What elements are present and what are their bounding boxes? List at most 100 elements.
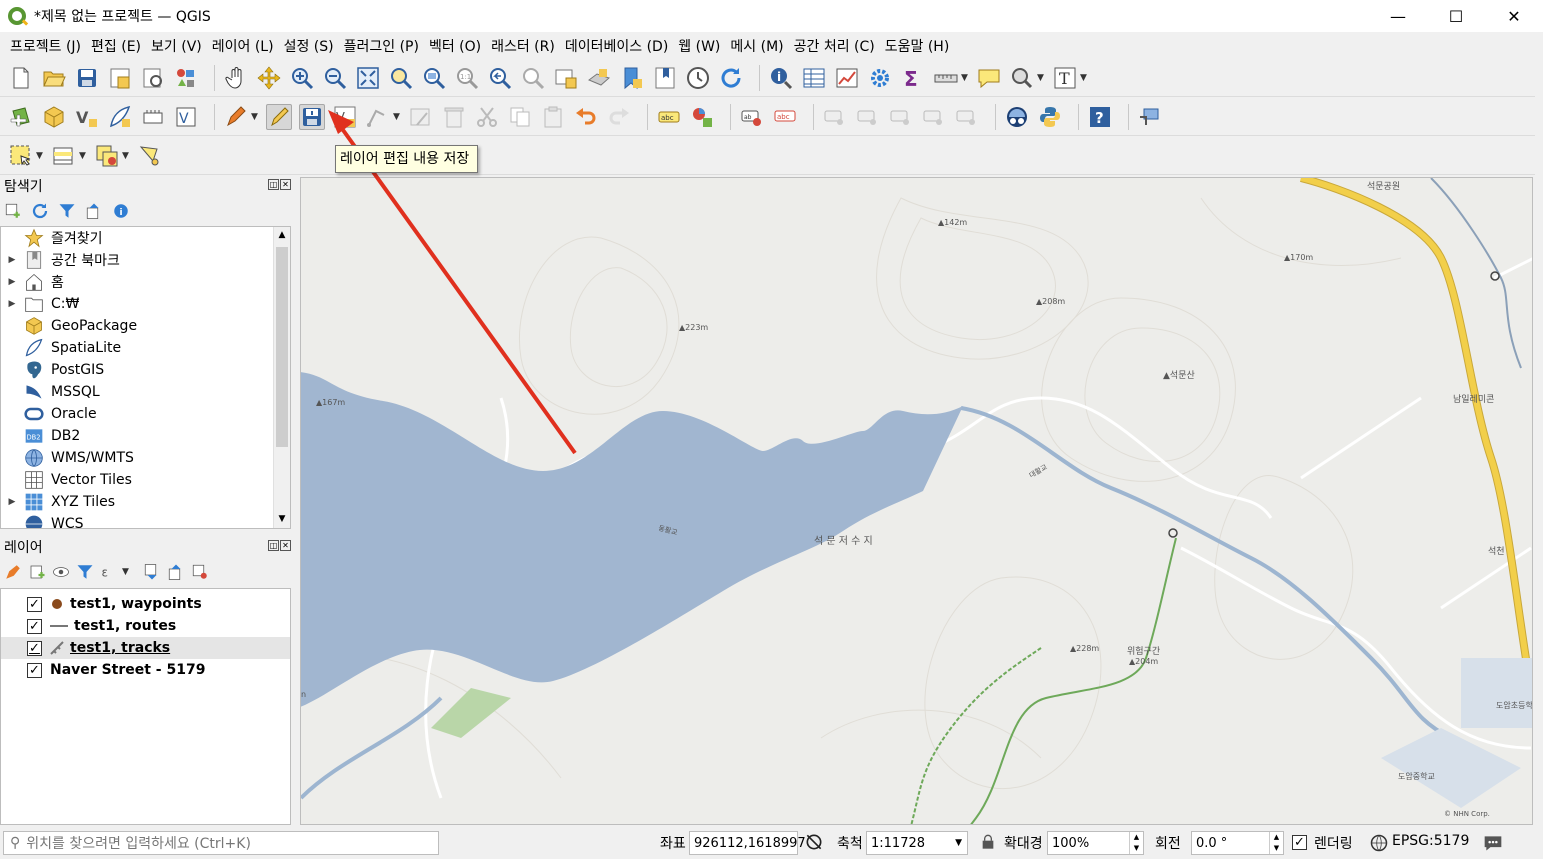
measure-dropdown-icon[interactable]: ▼ [961,73,969,83]
zoom-last-icon[interactable] [487,65,513,91]
menu-mesh[interactable]: 메시 (M) [726,36,789,56]
add-selected-layers-icon[interactable] [4,202,22,220]
options-gear-icon[interactable] [867,65,893,91]
maximize-button[interactable]: ☐ [1427,0,1485,32]
messages-icon[interactable] [1482,833,1504,853]
expand-all-icon[interactable] [143,563,161,581]
zoom-in-icon[interactable] [289,65,315,91]
magnifier-spinbox[interactable]: 100% ▲ ▼ [1047,831,1144,855]
show-bookmarks-icon[interactable] [652,65,678,91]
layer-visibility-checkbox[interactable]: ✓ [27,640,42,656]
modify-attributes-icon[interactable] [408,104,434,130]
close-panel-icon[interactable]: ✕ [280,179,291,190]
add-group-icon[interactable] [28,563,46,581]
add-feature-icon[interactable] [365,104,391,130]
zoom-next-icon[interactable] [520,65,546,91]
expand-arrow-icon[interactable]: ▶ [1,299,23,309]
help-contents-icon[interactable]: ? [1087,104,1113,130]
menu-edit[interactable]: 편집 (E) [87,36,147,56]
edits-dropdown-icon[interactable]: ▼ [251,112,259,122]
paste-features-icon[interactable] [540,104,566,130]
render-checkbox[interactable]: ✓ [1292,835,1307,850]
change-label-icon[interactable] [921,104,947,130]
minimize-button[interactable]: — [1369,0,1427,32]
new-project-icon[interactable] [8,65,34,91]
undo-icon[interactable] [573,104,599,130]
expand-arrow-icon[interactable]: ▶ [1,497,23,507]
browser-item[interactable]: MSSQL [1,381,290,403]
zoom-full-icon[interactable] [355,65,381,91]
layer-visibility-checkbox[interactable]: ✓ [27,618,42,634]
browser-item[interactable]: ▶ 홈 [1,271,290,293]
save-as-icon[interactable] [107,65,133,91]
statistical-summary-icon[interactable] [834,65,860,91]
extents-toggle-icon[interactable] [804,832,824,852]
python-console-icon[interactable] [1037,104,1063,130]
browser-item[interactable]: DB2 DB2 [1,425,290,447]
text-annotation-icon[interactable]: T [1052,65,1078,91]
rotation-spinbox[interactable]: 0.0 ° ▲ ▼ [1191,831,1284,855]
menu-view[interactable]: 보기 (V) [147,36,208,56]
browser-item[interactable]: PostGIS [1,359,290,381]
new-3d-map-view-icon[interactable] [586,65,612,91]
menu-processing[interactable]: 공간 처리 (C) [790,36,881,56]
move-label-icon[interactable] [822,104,848,130]
zoom-to-selection-icon[interactable] [388,65,414,91]
label-properties-icon[interactable] [954,104,980,130]
browser-item[interactable]: Vector Tiles [1,469,290,491]
menu-help[interactable]: 도움말 (H) [881,36,956,56]
quickmapservices-icon[interactable] [1004,104,1030,130]
refresh-browser-icon[interactable] [31,202,49,220]
menu-database[interactable]: 데이터베이스 (D) [561,36,674,56]
spin-buttons[interactable]: ▲ ▼ [1129,832,1143,854]
delete-selected-icon[interactable] [441,104,467,130]
browser-item[interactable]: WMS/WMTS [1,447,290,469]
rotate-label-icon[interactable] [888,104,914,130]
filter-by-expression-icon[interactable]: ε [100,563,118,581]
layer-item[interactable]: ✓ test1, waypoints [1,593,290,615]
pan-to-selection-icon[interactable] [256,65,282,91]
filter-legend-icon[interactable] [76,563,94,581]
menu-plugins[interactable]: 플러그인 (P) [340,36,425,56]
expand-arrow-icon[interactable]: ▶ [1,255,23,265]
scrollbar-thumb[interactable] [276,247,288,447]
select-by-value-icon[interactable] [51,143,77,169]
new-temporary-layer-icon[interactable] [140,104,166,130]
locator-search-input[interactable]: ⚲ 위치를 찾으려면 입력하세요 (Ctrl+K) [3,831,439,855]
new-spatialite-icon[interactable] [107,104,133,130]
select-features-icon[interactable] [8,143,34,169]
browser-item[interactable]: GeoPackage [1,315,290,337]
layer-visibility-checkbox[interactable]: ✓ [27,596,42,612]
menu-raster[interactable]: 래스터 (R) [487,36,561,56]
pin-labels-icon[interactable]: ab [739,104,765,130]
select-dropdown-icon[interactable]: ▼ [1037,73,1045,83]
layer-styling-icon[interactable] [4,563,22,581]
browser-item[interactable]: ▶ C:₩ [1,293,290,315]
annotation-dropdown-icon[interactable]: ▼ [1080,73,1088,83]
collapse-all-layers-icon[interactable] [167,563,185,581]
select-by-location-icon[interactable] [1009,65,1035,91]
redo-icon[interactable] [606,104,632,130]
diagram-properties-icon[interactable] [689,104,715,130]
browser-item[interactable]: ▶ XYZ Tiles [1,491,290,513]
add-geopackage-icon[interactable] [41,104,67,130]
lock-scale-icon[interactable] [980,833,996,851]
layer-visibility-checkbox[interactable]: ✓ [27,662,42,678]
menu-layer[interactable]: 레이어 (L) [208,36,280,56]
measure-line-icon[interactable] [933,65,959,91]
crs-label[interactable]: EPSG:5179 [1392,833,1469,849]
show-label-icon[interactable] [855,104,881,130]
close-panel-icon[interactable]: ✕ [280,540,291,551]
remove-layer-icon[interactable] [191,563,209,581]
deselect-dropdown-icon[interactable]: ▼ [122,151,130,161]
zoom-out-icon[interactable] [322,65,348,91]
zoom-native-icon[interactable]: 1:1 [454,65,480,91]
temporal-controller-icon[interactable] [685,65,711,91]
field-calculator-sigma-icon[interactable]: Σ [900,65,926,91]
cut-features-icon[interactable] [474,104,500,130]
menu-settings[interactable]: 설정 (S) [280,36,340,56]
zoom-to-layer-icon[interactable] [421,65,447,91]
new-virtual-layer-icon[interactable]: V [173,104,199,130]
scale-combobox[interactable]: 1:11728 ▼ [866,831,968,855]
coordinate-field[interactable]: 926112,1618997 [689,831,806,855]
